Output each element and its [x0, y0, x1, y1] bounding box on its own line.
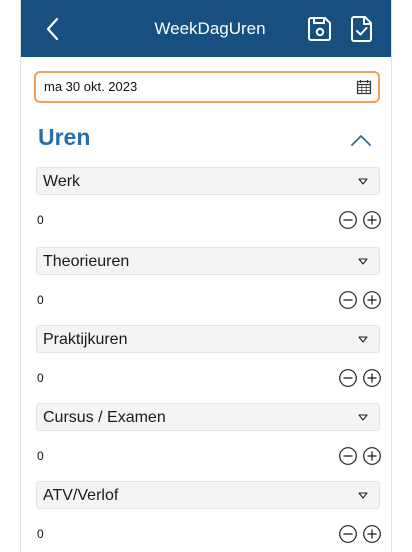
minus-circle-icon[interactable]: [338, 524, 358, 544]
hours-value: 0: [37, 449, 44, 463]
plus-circle-icon[interactable]: [362, 368, 382, 388]
chevron-up-icon: [351, 135, 371, 146]
category-select[interactable]: Theorieuren: [36, 247, 380, 275]
hours-value: 0: [37, 527, 44, 541]
category-select[interactable]: Praktijkuren: [36, 325, 380, 353]
date-input[interactable]: ma 30 okt. 2023: [34, 71, 380, 103]
minus-circle-icon[interactable]: [338, 446, 358, 466]
caret-down-icon: [358, 492, 368, 499]
minus-circle-icon[interactable]: [338, 368, 358, 388]
floppy-disk-icon: [308, 17, 331, 41]
caret-down-icon: [358, 178, 368, 185]
document-check-icon: [351, 16, 372, 42]
collapse-section-button[interactable]: [347, 129, 375, 153]
page-title: WeekDagUren: [154, 19, 266, 38]
calendar-icon[interactable]: [356, 79, 372, 95]
save-button[interactable]: [305, 14, 335, 44]
app-screen: WeekDagUren ma 30 okt. 2023 Uren Werk 0 …: [20, 0, 392, 552]
category-label: Praktijkuren: [43, 331, 128, 348]
plus-circle-icon[interactable]: [362, 210, 382, 230]
caret-down-icon: [358, 258, 368, 265]
minus-circle-icon[interactable]: [338, 210, 358, 230]
section-title: Uren: [38, 124, 91, 150]
category-label: Werk: [43, 173, 81, 190]
category-label: Theorieuren: [43, 253, 130, 270]
category-label: ATV/Verlof: [43, 487, 119, 504]
submit-document-button[interactable]: [347, 14, 377, 44]
plus-circle-icon[interactable]: [362, 524, 382, 544]
hours-value: 0: [37, 213, 44, 227]
category-select[interactable]: ATV/Verlof: [36, 481, 380, 509]
caret-down-icon: [358, 336, 368, 343]
date-value: ma 30 okt. 2023: [44, 79, 138, 94]
top-app-bar: WeekDagUren: [21, 0, 391, 57]
category-select[interactable]: Cursus / Examen: [36, 403, 380, 431]
minus-circle-icon[interactable]: [338, 290, 358, 310]
category-label: Cursus / Examen: [43, 409, 166, 426]
caret-down-icon: [358, 414, 368, 421]
main-content: ma 30 okt. 2023 Uren Werk 0 Theorieuren …: [21, 57, 391, 552]
category-select[interactable]: Werk: [36, 167, 380, 195]
hours-value: 0: [37, 293, 44, 307]
plus-circle-icon[interactable]: [362, 290, 382, 310]
hours-value: 0: [37, 371, 44, 385]
plus-circle-icon[interactable]: [362, 446, 382, 466]
